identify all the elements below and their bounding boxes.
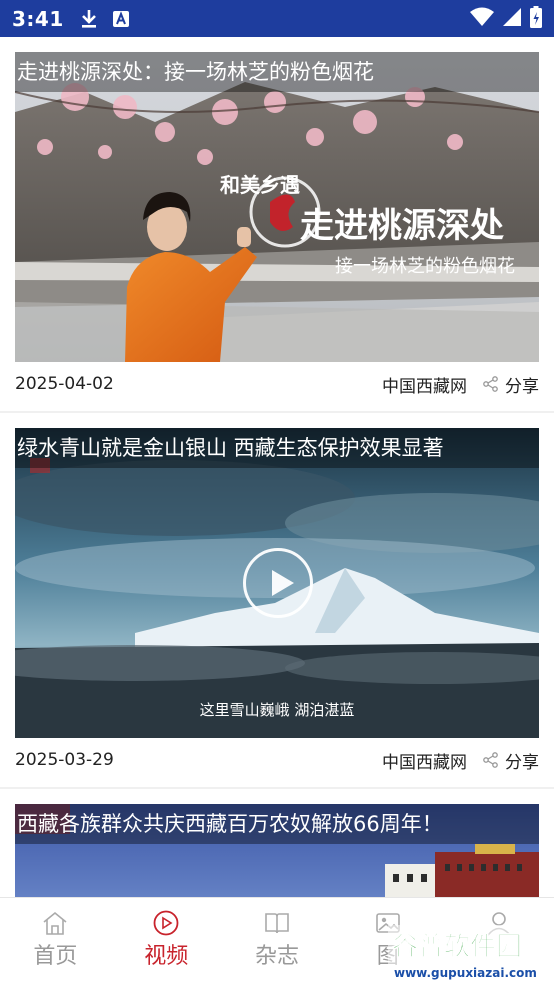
video-thumbnail[interactable]: 这里雪山巍峨 湖泊湛蓝 绿水青山就是金山银山 西藏生态保护效果显著: [15, 428, 539, 738]
download-icon: [80, 9, 98, 29]
overlay-main-title: 走进桃源深处: [300, 206, 504, 246]
publish-date: 2025-04-02: [15, 374, 114, 394]
card-meta: 2025-03-29 中国西藏网 分享: [15, 748, 539, 773]
share-icon: [483, 752, 498, 768]
video-thumbnail[interactable]: 西藏各族群众共庆西藏百万农奴解放66周年！: [15, 804, 539, 897]
svg-text:谷普软件园: 谷普软件园: [392, 931, 522, 962]
battery-icon: [530, 5, 542, 32]
share-button[interactable]: 分享: [483, 748, 539, 773]
status-time: 3:41: [12, 6, 64, 31]
signal-icon: [502, 7, 522, 31]
nav-home-label: 首页: [33, 944, 78, 969]
publish-date: 2025-03-29: [15, 750, 114, 770]
video-card[interactable]: 和美乡遇 走进桃源深处 接一场林芝的粉色烟花 走进桃源深处：接一场林芝的粉色烟花…: [0, 37, 554, 411]
site-watermark: 谷普软件园 www.gupuxiazai.com: [388, 925, 554, 984]
video-card[interactable]: 这里雪山巍峨 湖泊湛蓝 绿水青山就是金山银山 西藏生态保护效果显著 2025-0…: [0, 413, 554, 787]
card-meta: 2025-04-02 中国西藏网 分享: [15, 372, 539, 397]
nav-magazine[interactable]: 杂志: [222, 898, 333, 984]
svg-text:www.gupuxiazai.com: www.gupuxiazai.com: [394, 966, 537, 980]
watermark-logo: 谷普软件园 www.gupuxiazai.com: [388, 925, 554, 984]
play-button[interactable]: [243, 548, 313, 618]
video-title[interactable]: 走进桃源深处：接一场林芝的粉色烟花: [15, 52, 539, 92]
status-bar: 3:41: [0, 0, 554, 37]
overlay-brand: 和美乡遇: [220, 173, 300, 197]
video-caption: 这里雪山巍峨 湖泊湛蓝: [200, 701, 355, 719]
video-feed: 和美乡遇 走进桃源深处 接一场林芝的粉色烟花 走进桃源深处：接一场林芝的粉色烟花…: [0, 37, 554, 897]
nav-video[interactable]: 视频: [111, 898, 222, 984]
share-label: 分享: [505, 752, 539, 773]
notification-a-icon: [112, 10, 130, 28]
video-title[interactable]: 绿水青山就是金山银山 西藏生态保护效果显著: [15, 428, 539, 468]
thumbnail-image: 和美乡遇 走进桃源深处 接一场林芝的粉色烟花: [15, 52, 539, 362]
video-title[interactable]: 西藏各族群众共庆西藏百万农奴解放66周年！: [15, 804, 539, 844]
magazine-icon: [265, 913, 289, 934]
home-icon: [43, 911, 67, 935]
nav-magazine-label: 杂志: [254, 944, 299, 969]
share-button[interactable]: 分享: [483, 372, 539, 397]
share-icon: [483, 376, 498, 392]
overlay-subtitle: 接一场林芝的粉色烟花: [335, 256, 515, 277]
wifi-icon: [470, 7, 494, 31]
nav-home[interactable]: 首页: [0, 898, 111, 984]
source-label: 中国西藏网: [382, 376, 467, 397]
source-label: 中国西藏网: [382, 752, 467, 773]
video-card[interactable]: 西藏各族群众共庆西藏百万农奴解放66周年！: [0, 789, 554, 897]
share-label: 分享: [505, 376, 539, 397]
video-icon: [153, 910, 179, 936]
nav-video-label: 视频: [144, 944, 189, 969]
video-thumbnail[interactable]: 和美乡遇 走进桃源深处 接一场林芝的粉色烟花 走进桃源深处：接一场林芝的粉色烟花: [15, 52, 539, 362]
